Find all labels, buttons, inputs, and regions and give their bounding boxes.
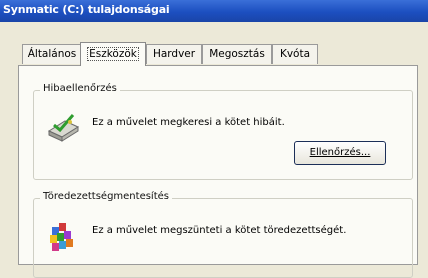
- defrag-title: Töredezettségmentesítés: [40, 191, 172, 202]
- tab-tools[interactable]: Eszközök: [80, 42, 146, 66]
- tab-hardware[interactable]: Hardver: [146, 44, 202, 64]
- tab-quota[interactable]: Kvóta: [272, 44, 318, 64]
- defrag-description: Ez a művelet megszünteti a kötet töredez…: [92, 225, 347, 236]
- error-check-description: Ez a művelet megkeresi a kötet hibáit.: [92, 117, 285, 128]
- tab-sharing-label: Megosztás: [209, 48, 265, 60]
- disk-check-icon: [47, 114, 80, 142]
- tab-tools-label: Eszközök: [87, 47, 139, 61]
- defrag-icon: [50, 223, 73, 251]
- defrag-group: Töredezettségmentesítés Ez a művelet meg…: [33, 191, 413, 278]
- tab-hardware-label: Hardver: [152, 48, 196, 60]
- window-title: Synmatic (C:) tulajdonságai: [3, 3, 170, 16]
- properties-dialog: Általános Eszközök Hardver Megosztás Kvó…: [0, 22, 428, 278]
- error-check-group: Hibaellenőrzés Ez a művelet megkeresi a …: [33, 83, 413, 180]
- check-now-button[interactable]: Ellenőrzés...: [294, 141, 386, 165]
- tab-general[interactable]: Általános: [22, 44, 82, 64]
- tools-panel: Hibaellenőrzés Ez a művelet megkeresi a …: [18, 65, 418, 278]
- tab-sharing[interactable]: Megosztás: [202, 44, 272, 64]
- check-now-label: Ellenőrzés...: [309, 147, 371, 158]
- error-check-title: Hibaellenőrzés: [40, 83, 120, 94]
- tab-general-label: Általános: [27, 48, 77, 60]
- tab-quota-label: Kvóta: [279, 48, 311, 60]
- title-bar[interactable]: Synmatic (C:) tulajdonságai: [0, 0, 428, 22]
